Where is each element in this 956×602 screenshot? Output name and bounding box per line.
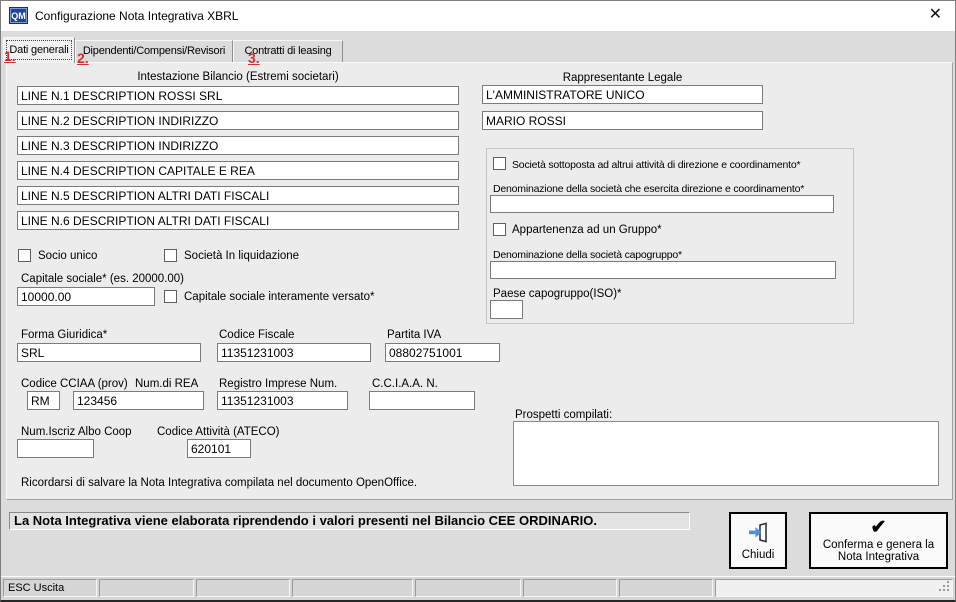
resize-grip[interactable] [939, 580, 950, 594]
info-banner: La Nota Integrativa viene elaborata ripr… [9, 512, 690, 530]
num-rea-input[interactable] [73, 391, 204, 410]
checkmark-icon: ✔ [871, 519, 887, 537]
denominazione-direzione-label: Denominazione della società che esercita… [493, 183, 804, 195]
annotation-3: 3. [248, 50, 260, 66]
intestazione-line-4-input[interactable] [17, 161, 459, 180]
exit-door-icon [746, 521, 770, 547]
intestazione-line-3-input[interactable] [17, 136, 459, 155]
codice-fiscale-label: Codice Fiscale [219, 329, 294, 341]
capitale-interamente-versato-label[interactable]: Capitale sociale interamente versato* [184, 291, 375, 303]
cciaa-n-label: C.C.I.A.A. N. [372, 378, 438, 390]
capitale-sociale-label: Capitale sociale* (es. 20000.00) [21, 273, 184, 285]
intestazione-bilancio-label: Intestazione Bilancio (Estremi societari… [17, 71, 459, 83]
annotation-2: 2. [77, 50, 89, 66]
close-icon[interactable]: ✕ [929, 6, 942, 24]
status-cell-2 [99, 579, 194, 597]
cciaa-n-input[interactable] [369, 391, 475, 410]
societa-in-liquidazione-checkbox[interactable] [164, 249, 177, 262]
capitale-interamente-versato-checkbox[interactable] [164, 290, 177, 303]
conferma-genera-button[interactable]: ✔ Conferma e genera la Nota Integrativa [809, 512, 948, 569]
status-cell-4 [292, 579, 413, 597]
status-bar: ESC Uscita [1, 576, 955, 600]
capitale-sociale-input[interactable] [17, 287, 155, 306]
conferma-button-label: Conferma e genera la Nota Integrativa [813, 539, 945, 563]
title-bar: QM Configurazione Nota Integrativa XBRL … [1, 1, 955, 31]
intestazione-line-1-input[interactable] [17, 86, 459, 105]
partita-iva-input[interactable] [385, 343, 500, 362]
rappresentante-legale-label: Rappresentante Legale [482, 72, 763, 84]
num-rea-label: Num.di REA [135, 378, 198, 390]
socio-unico-label[interactable]: Socio unico [38, 250, 97, 262]
app-qm-icon: QM [9, 7, 28, 24]
albo-coop-input[interactable] [17, 439, 94, 458]
codice-fiscale-input[interactable] [217, 343, 371, 362]
direzione-coordinamento-checkbox[interactable] [493, 157, 506, 170]
codice-cciaa-input[interactable] [27, 391, 60, 410]
registro-imprese-input[interactable] [217, 391, 348, 410]
window-title: Configurazione Nota Integrativa XBRL [35, 9, 238, 23]
intestazione-line-2-input[interactable] [17, 111, 459, 130]
albo-coop-label: Num.Iscriz Albo Coop [21, 426, 132, 438]
status-cell-6 [523, 579, 617, 597]
status-cell-esc: ESC Uscita [3, 579, 97, 597]
appartenenza-gruppo-label[interactable]: Appartenenza ad un Gruppo* [512, 224, 662, 236]
status-cell-right [715, 579, 953, 597]
status-cell-5 [415, 579, 521, 597]
intestazione-line-6-input[interactable] [17, 211, 459, 230]
openoffice-reminder-text: Ricordarsi di salvare la Nota Integrativ… [21, 477, 417, 489]
rappresentante-line-1-input[interactable] [482, 85, 763, 104]
status-cell-3 [196, 579, 290, 597]
registro-imprese-label: Registro Imprese Num. [219, 378, 337, 390]
chiudi-button-label: Chiudi [742, 549, 775, 561]
annotation-1: 1. [4, 48, 16, 64]
tab-page-dati-generali: Intestazione Bilancio (Estremi societari… [6, 62, 953, 500]
partita-iva-label: Partita IVA [387, 329, 441, 341]
tab-dipendenti-compensi-revisori[interactable]: Dipendenti/Compensi/Revisori [75, 40, 233, 62]
status-cell-7 [619, 579, 713, 597]
direzione-coordinamento-label[interactable]: Società sottoposta ad altrui attività di… [512, 159, 800, 171]
societa-in-liquidazione-label[interactable]: Società In liquidazione [184, 250, 299, 262]
paese-capogruppo-label: Paese capogruppo(ISO)* [493, 288, 622, 300]
forma-giuridica-label: Forma Giuridica* [21, 329, 107, 341]
codice-cciaa-label: Codice CCIAA (prov) [21, 378, 128, 390]
denominazione-capogruppo-label: Denominazione della società capogruppo* [493, 249, 682, 261]
socio-unico-checkbox[interactable] [18, 249, 31, 262]
denominazione-direzione-input[interactable] [490, 195, 834, 213]
denominazione-capogruppo-input[interactable] [490, 261, 836, 279]
chiudi-button[interactable]: Chiudi [729, 512, 787, 569]
paese-capogruppo-input[interactable] [490, 300, 523, 319]
intestazione-line-5-input[interactable] [17, 186, 459, 205]
prospetti-compilati-label: Prospetti compilati: [515, 409, 612, 421]
appartenenza-gruppo-checkbox[interactable] [493, 223, 506, 236]
forma-giuridica-input[interactable] [17, 343, 201, 362]
dialog-window: QM Configurazione Nota Integrativa XBRL … [0, 0, 956, 602]
rappresentante-line-2-input[interactable] [482, 111, 763, 130]
prospetti-compilati-listbox[interactable] [513, 421, 939, 486]
ateco-label: Codice Attività (ATECO) [157, 426, 280, 438]
ateco-input[interactable] [187, 439, 251, 458]
